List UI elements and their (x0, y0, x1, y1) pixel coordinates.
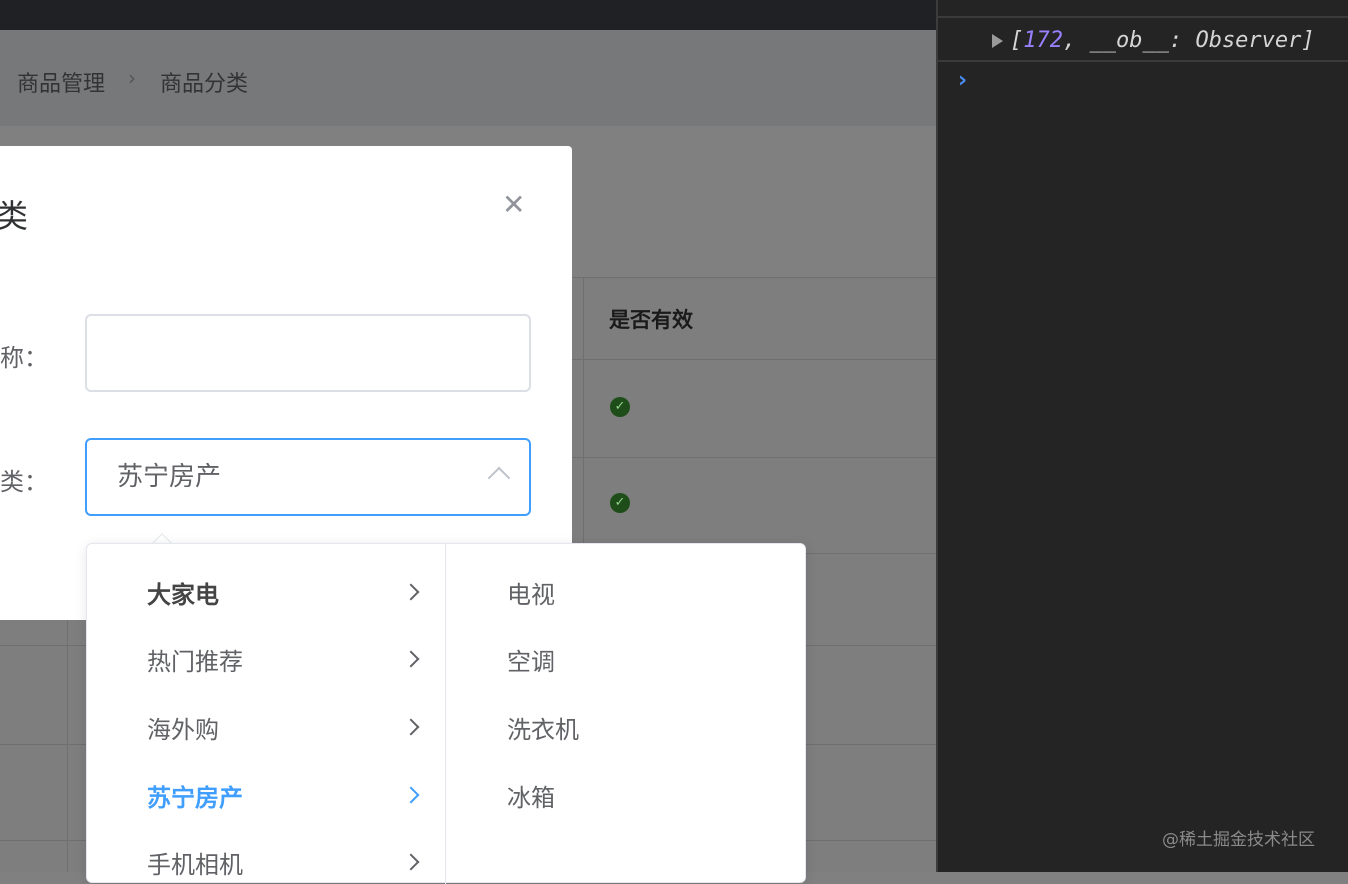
console-prompt-icon[interactable]: › (958, 68, 967, 93)
name-label: 称： (0, 344, 48, 372)
cascader-dropdown: 大家电 热门推荐 海外购 苏宁房产 手机相机 电视 空调 洗衣机 冰箱 (86, 543, 806, 884)
chevron-up-icon (487, 466, 511, 490)
dialog-title: 类 (0, 197, 29, 235)
chevron-right-icon (402, 650, 420, 668)
breadcrumb-separator-icon: › (128, 66, 136, 90)
log-number: 172 (1023, 28, 1063, 53)
expand-triangle-icon[interactable] (992, 34, 1003, 48)
cascader-value: 苏宁房产 (117, 462, 222, 492)
console-divider (938, 60, 1348, 62)
cascader-sub-option[interactable]: 电视 (507, 575, 555, 610)
close-icon[interactable]: ✕ (502, 188, 525, 221)
log-bracket: [ (1010, 28, 1024, 53)
log-rest: , __ob__: Observer] (1063, 28, 1315, 53)
cascader-option[interactable]: 手机相机 (147, 845, 243, 880)
check-circle-icon: ✓ (610, 493, 630, 513)
devtools-console: [172, __ob__: Observer] › (936, 0, 1348, 872)
cascader-sub-option[interactable]: 冰箱 (507, 778, 555, 813)
chevron-right-icon (402, 853, 420, 871)
parent-category-label: 类： (0, 468, 48, 496)
chevron-right-icon (402, 718, 420, 736)
panel-divider (445, 544, 446, 884)
cascader-sub-option[interactable]: 空调 (507, 642, 555, 677)
chevron-right-icon (402, 786, 420, 804)
cascader-option[interactable]: 热门推荐 (147, 642, 243, 677)
column-header-is-valid: 是否有效 (609, 308, 693, 332)
watermark: @稀土掘金技术社区 (1162, 830, 1315, 850)
cascader-sub-option[interactable]: 洗衣机 (507, 710, 579, 745)
breadcrumb-item-goods-management[interactable]: 商品管理 (17, 66, 105, 98)
breadcrumb-item-goods-category: 商品分类 (160, 72, 249, 97)
console-log-line[interactable]: [172, __ob__: Observer] (1010, 28, 1315, 53)
page-header: 商品管理 › 商品分类 (0, 30, 936, 126)
category-name-input[interactable] (85, 314, 531, 392)
cascader-option-active[interactable]: 苏宁房产 (147, 778, 243, 813)
parent-category-cascader[interactable]: 苏宁房产 (85, 438, 531, 516)
console-divider (938, 16, 1348, 18)
cascader-option[interactable]: 大家电 (147, 575, 219, 610)
chevron-right-icon (402, 583, 420, 601)
check-circle-icon: ✓ (610, 397, 630, 417)
browser-top-bar (0, 0, 936, 30)
cascader-option[interactable]: 海外购 (147, 710, 219, 745)
